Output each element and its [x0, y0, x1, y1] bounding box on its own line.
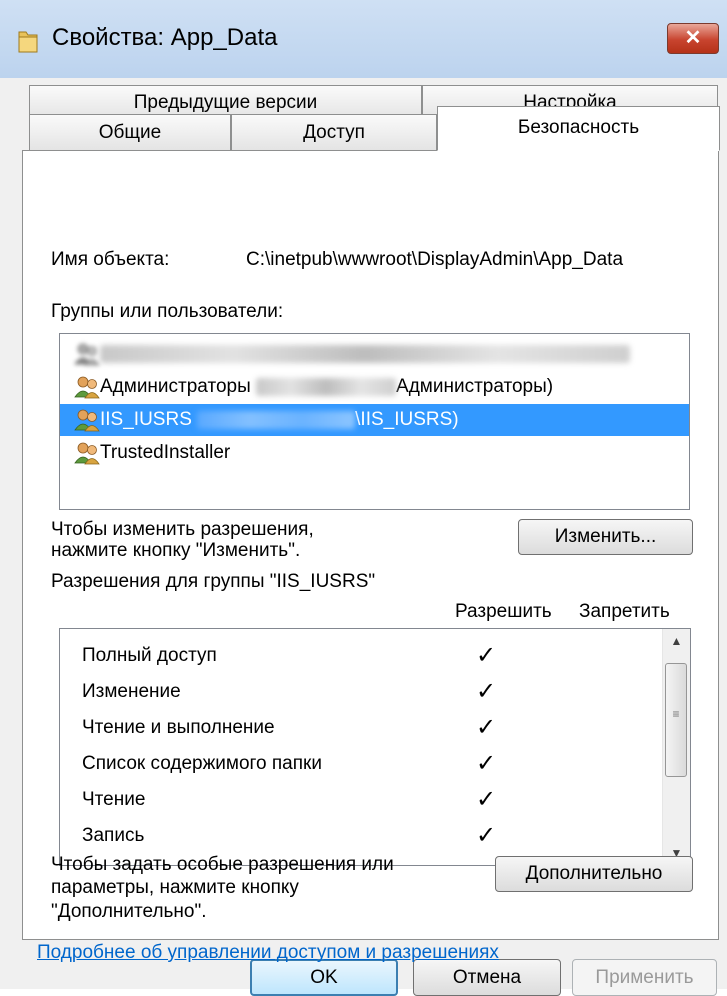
permission-row: Полный доступ ✓ — [60, 639, 650, 673]
users-group-icon — [74, 375, 100, 399]
users-list[interactable]: Администраторы Администраторы) IIS_IUSRS … — [59, 333, 690, 510]
permission-row: Чтение и выполнение ✓ — [60, 711, 650, 745]
close-button[interactable]: ✕ — [667, 23, 719, 54]
grip-icon: ≡ — [672, 707, 680, 721]
deny-column-header: Запретить — [579, 601, 670, 622]
user-name-suffix: Администраторы) — [396, 376, 554, 397]
permission-name: Чтение — [82, 789, 146, 810]
user-name: Администраторы Администраторы) — [100, 376, 553, 398]
users-group-icon — [74, 342, 100, 366]
user-name-prefix: IIS_IUSRS — [100, 409, 198, 430]
permission-name: Список содержимого папки — [82, 753, 322, 774]
user-name: IIS_IUSRS \IIS_IUSRS) — [100, 409, 459, 431]
allow-check-icon: ✓ — [476, 750, 497, 777]
user-list-item[interactable]: IIS_IUSRS \IIS_IUSRS) — [60, 404, 689, 436]
permission-row: Изменение ✓ — [60, 675, 650, 709]
users-group-icon — [74, 408, 100, 432]
advanced-hint-line3: "Дополнительно". — [51, 901, 207, 922]
object-name-value: C:\inetpub\wwwroot\DisplayAdmin\App_Data — [246, 249, 624, 270]
tab-security[interactable]: Безопасность — [437, 106, 720, 151]
title-bar[interactable]: Свойства: App_Data ✕ — [0, 0, 727, 78]
help-link[interactable]: Подробнее об управлении доступом и разре… — [37, 942, 499, 964]
tab-general[interactable]: Общие — [29, 114, 231, 150]
advanced-button[interactable]: Дополнительно — [495, 856, 693, 892]
tab-sharing[interactable]: Доступ — [231, 114, 437, 150]
allow-check-icon: ✓ — [476, 822, 497, 849]
redacted-user-name — [100, 343, 630, 365]
permissions-scrollbar[interactable]: ▲ ≡ ▼ — [662, 629, 690, 865]
allow-check-icon: ✓ — [476, 642, 497, 669]
cancel-button[interactable]: Отмена — [413, 959, 561, 996]
dialog-client: Предыдущие версии Настройка Общие Доступ… — [0, 78, 727, 996]
permission-row: Чтение ✓ — [60, 783, 650, 817]
window-title: Свойства: App_Data — [52, 24, 278, 51]
permission-name: Чтение и выполнение — [82, 717, 275, 738]
redacted-domain — [197, 410, 356, 429]
allow-check-icon: ✓ — [476, 786, 497, 813]
advanced-hint-line2: параметры, нажмите кнопку — [51, 877, 299, 898]
scroll-thumb[interactable]: ≡ — [665, 663, 687, 777]
user-list-item[interactable] — [60, 338, 689, 370]
users-group-icon — [74, 441, 100, 465]
change-button[interactable]: Изменить... — [518, 519, 693, 555]
permissions-label: Разрешения для группы "IIS_IUSRS" — [51, 571, 376, 592]
permission-row: Запись ✓ — [60, 819, 650, 853]
allow-check-icon: ✓ — [476, 714, 497, 741]
change-hint-line2: нажмите кнопку "Изменить". — [51, 540, 301, 561]
user-list-item[interactable]: Администраторы Администраторы) — [60, 371, 689, 403]
scroll-up-arrow-icon[interactable]: ▲ — [663, 629, 690, 653]
user-name-prefix: Администраторы — [100, 376, 257, 397]
properties-dialog: Свойства: App_Data ✕ Предыдущие версии Н… — [0, 0, 727, 996]
user-list-item[interactable]: TrustedInstaller — [60, 437, 689, 469]
object-name-label: Имя объекта: — [51, 249, 170, 270]
user-name: TrustedInstaller — [100, 442, 230, 464]
allow-column-header: Разрешить — [455, 601, 552, 622]
permission-name: Полный доступ — [82, 645, 217, 666]
redacted-domain — [256, 377, 397, 396]
groups-label: Группы или пользователи: — [51, 301, 284, 322]
apply-button[interactable]: Применить — [572, 959, 717, 996]
permissions-list[interactable]: Полный доступ ✓ Изменение ✓ Чтение и выполне… — [59, 628, 691, 866]
ok-button[interactable]: OK — [250, 959, 398, 996]
user-name-prefix: TrustedInstaller — [100, 442, 231, 463]
change-hint-line1: Чтобы изменить разрешения, — [51, 519, 314, 540]
advanced-hint-line1: Чтобы задать особые разрешения или — [51, 854, 394, 875]
allow-check-icon: ✓ — [476, 678, 497, 705]
permission-name: Изменение — [82, 681, 181, 702]
security-panel: Имя объекта: C:\inetpub\wwwroot\DisplayA… — [22, 150, 719, 963]
permission-name: Запись — [82, 825, 145, 846]
permission-row: Список содержимого папки ✓ — [60, 747, 650, 781]
user-name-suffix: \IIS_IUSRS) — [355, 409, 459, 430]
folder-icon — [18, 31, 38, 53]
